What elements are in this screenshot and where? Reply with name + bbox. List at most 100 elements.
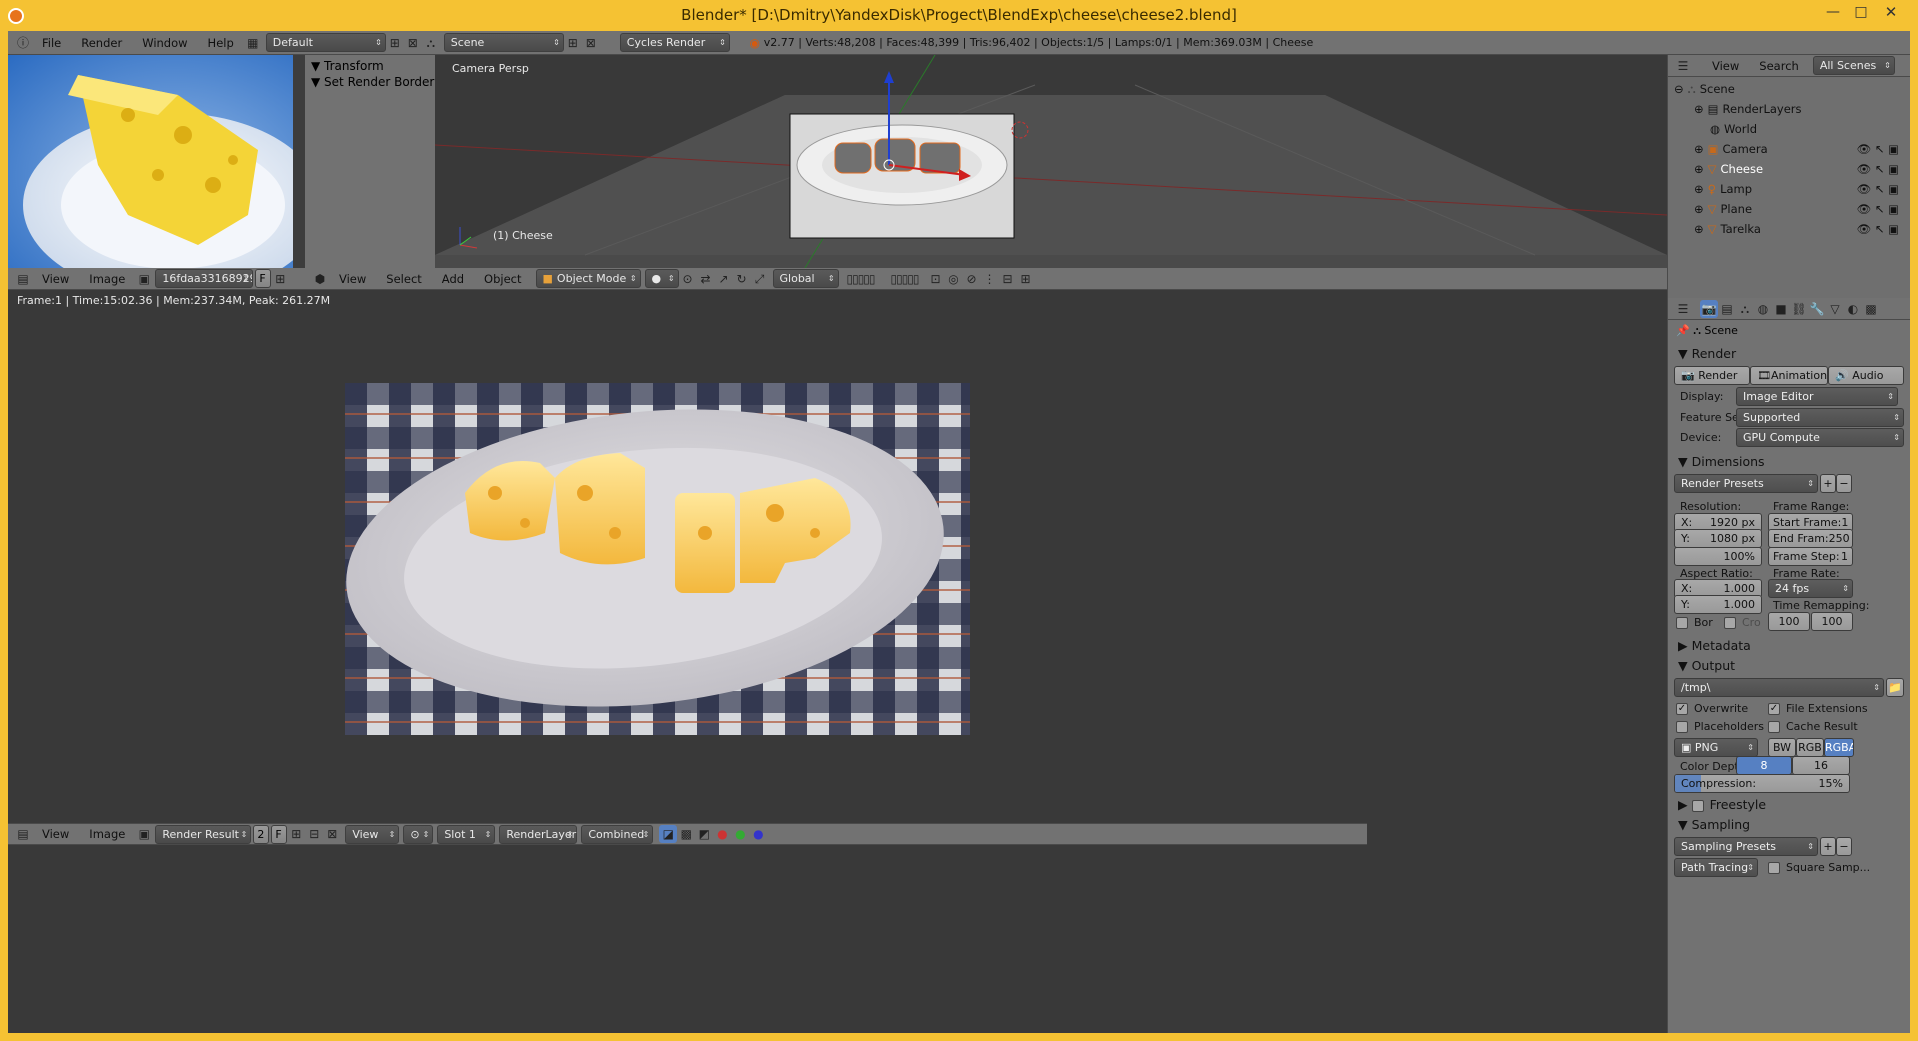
view-mode-dropdown[interactable]: View	[345, 824, 400, 844]
crop-check[interactable]	[1724, 617, 1736, 629]
menu-window[interactable]: Window	[132, 36, 197, 50]
outliner-menu-view[interactable]: View	[1702, 59, 1749, 73]
render-open-image-icon[interactable]: ⊟	[305, 825, 323, 843]
render-presets-dropdown[interactable]: Render Presets	[1674, 474, 1818, 493]
slot-dropdown[interactable]: Slot 1	[437, 824, 496, 844]
render-unlink-icon[interactable]: ⊠	[323, 825, 341, 843]
transform-orientation-dropdown[interactable]: Global	[772, 269, 839, 288]
material-tab-icon[interactable]: ◐	[1844, 300, 1862, 318]
new-image-icon[interactable]: ⊞	[271, 270, 289, 288]
camera-visibility-icons[interactable]: 👁 ↖ ▣	[1857, 142, 1899, 156]
border-checkbox[interactable]: Bor	[1676, 616, 1713, 629]
scene-icon[interactable]: ⛬	[422, 34, 440, 52]
remove-render-preset-button[interactable]: −	[1836, 474, 1852, 493]
render-image-name-field[interactable]: Render Result	[155, 824, 252, 844]
add-sampling-preset-button[interactable]: +	[1820, 837, 1836, 856]
render-fake-user-button[interactable]: F	[271, 824, 288, 844]
tarelka-visibility-icons[interactable]: 👁 ↖ ▣	[1857, 222, 1899, 236]
file-extensions-check[interactable]: ✓	[1768, 703, 1780, 715]
integrator-dropdown[interactable]: Path Tracing	[1674, 858, 1758, 877]
interaction-mode-dropdown[interactable]: ■ Object Mode	[535, 269, 641, 288]
menu-file[interactable]: File	[32, 36, 71, 50]
remove-scene-icon[interactable]: ⊠	[582, 34, 600, 52]
outliner-menu-search[interactable]: Search	[1749, 59, 1809, 73]
channel-r-icon[interactable]: ●	[713, 825, 731, 843]
add-layout-icon[interactable]: ⊞	[386, 34, 404, 52]
texture-tab-icon[interactable]: ▩	[1862, 300, 1880, 318]
aspect-y-field[interactable]: Y: 1.000	[1674, 595, 1762, 614]
z-buffer-icon[interactable]: ◩	[695, 825, 713, 843]
overwrite-check[interactable]: ✓	[1676, 703, 1688, 715]
snap-toggle-icon[interactable]: ⊘	[963, 270, 981, 288]
placeholders-checkbox[interactable]: Placeholders	[1676, 720, 1764, 733]
end-frame-field[interactable]: End Fram: 250	[1768, 529, 1853, 548]
viewport-menu-view[interactable]: View	[329, 272, 376, 286]
layout-dropdown[interactable]: Default	[265, 33, 386, 52]
layers-grid-2-icon[interactable]: ▯▯▯▯▯	[883, 270, 927, 288]
color-bw-button[interactable]: BW	[1768, 738, 1796, 757]
viewport-menu-object[interactable]: Object	[474, 272, 531, 286]
render-browse-icon[interactable]: ▣	[135, 825, 153, 843]
opengl-anim-icon[interactable]: ⊞	[1017, 270, 1035, 288]
output-panel-header[interactable]: ▼ Output	[1678, 658, 1735, 673]
render-new-image-icon[interactable]: ⊞	[287, 825, 305, 843]
outliner-item-scene[interactable]: ⊖ ⛬ Scene	[1672, 79, 1907, 99]
pivot-dropdown[interactable]: ⊙	[403, 824, 434, 844]
audio-button[interactable]: 🔊 Audio	[1828, 366, 1904, 385]
scene-dropdown[interactable]: Scene	[443, 33, 564, 52]
thumb-fake-user-button[interactable]: F	[255, 269, 272, 288]
color-alpha-display-icon[interactable]: ◪	[659, 825, 678, 843]
browse-output-folder-icon[interactable]: 📁	[1886, 678, 1904, 697]
outliner-display-dropdown[interactable]: All Scenes	[1812, 56, 1895, 75]
layers-grid-1-icon[interactable]: ▯▯▯▯▯	[839, 270, 883, 288]
freestyle-check[interactable]	[1691, 799, 1704, 812]
screen-layout-icon[interactable]: ▦	[244, 34, 262, 52]
square-samples-checkbox[interactable]: Square Samp...	[1768, 861, 1870, 874]
add-render-preset-button[interactable]: +	[1820, 474, 1836, 493]
thumb-menu-image[interactable]: Image	[79, 272, 135, 286]
render-panel-header[interactable]: ▼ Render	[1678, 346, 1736, 361]
snap-element-icon[interactable]: ⋮	[981, 270, 999, 288]
translate-manipulator-icon[interactable]: ↗	[715, 270, 733, 288]
proportional-edit-icon[interactable]: ◎	[945, 270, 963, 288]
outliner-item-camera[interactable]: ⊕ ▣ Camera 👁 ↖ ▣	[1672, 139, 1907, 159]
frame-rate-dropdown[interactable]: 24 fps	[1768, 579, 1853, 598]
object-tab-icon[interactable]: ■	[1772, 300, 1790, 318]
outliner-item-cheese[interactable]: ⊕ ▽ Cheese 👁 ↖ ▣	[1672, 159, 1907, 179]
dimensions-panel-header[interactable]: ▼ Dimensions	[1678, 454, 1765, 469]
image-menu-view[interactable]: View	[32, 827, 79, 841]
alpha-display-icon[interactable]: ▩	[677, 825, 695, 843]
rotate-manipulator-icon[interactable]: ↻	[733, 270, 751, 288]
cheese-visibility-icons[interactable]: 👁 ↖ ▣	[1857, 162, 1899, 176]
thumb-image-name-field[interactable]: 16fdaa33168929...	[155, 269, 254, 288]
overwrite-checkbox[interactable]: ✓ Overwrite	[1676, 702, 1748, 715]
placeholders-check[interactable]	[1676, 721, 1688, 733]
image-menu-image[interactable]: Image	[79, 827, 135, 841]
shading-dropdown[interactable]: ●	[644, 269, 679, 288]
sampling-presets-dropdown[interactable]: Sampling Presets	[1674, 837, 1818, 856]
scale-manipulator-icon[interactable]: ⤢	[751, 270, 769, 288]
thumb-menu-view[interactable]: View	[32, 272, 79, 286]
display-dropdown[interactable]: Image Editor	[1736, 387, 1898, 406]
freestyle-panel-header[interactable]: ▶ Freestyle	[1678, 797, 1766, 812]
pin-icon[interactable]: 📌	[1676, 324, 1690, 337]
cache-result-checkbox[interactable]: Cache Result	[1768, 720, 1858, 733]
info-editor-icon[interactable]: ⓘ	[14, 34, 32, 52]
depth-8-button[interactable]: 8	[1736, 756, 1792, 775]
modifiers-tab-icon[interactable]: 🔧	[1808, 300, 1826, 318]
feature-set-dropdown[interactable]: Supported	[1736, 408, 1904, 427]
data-tab-icon[interactable]: ▽	[1826, 300, 1844, 318]
resolution-y-field[interactable]: Y: 1080 px	[1674, 529, 1762, 548]
set-render-border-panel[interactable]: ▼ Set Render Border	[311, 75, 434, 89]
cache-result-check[interactable]	[1768, 721, 1780, 733]
opengl-render-icon[interactable]: ⊟	[999, 270, 1017, 288]
render-tab-icon[interactable]: 📷	[1700, 299, 1718, 318]
file-format-dropdown[interactable]: ▣ PNG	[1674, 738, 1758, 757]
remove-layout-icon[interactable]: ⊠	[404, 34, 422, 52]
depth-16-button[interactable]: 16	[1792, 756, 1850, 775]
render-pass-dropdown[interactable]: Combined	[581, 824, 654, 844]
menu-help[interactable]: Help	[198, 36, 244, 50]
image-browse-icon[interactable]: ▣	[135, 270, 153, 288]
device-dropdown[interactable]: GPU Compute	[1736, 428, 1904, 447]
pivot-point-icon[interactable]: ⊙	[679, 270, 697, 288]
